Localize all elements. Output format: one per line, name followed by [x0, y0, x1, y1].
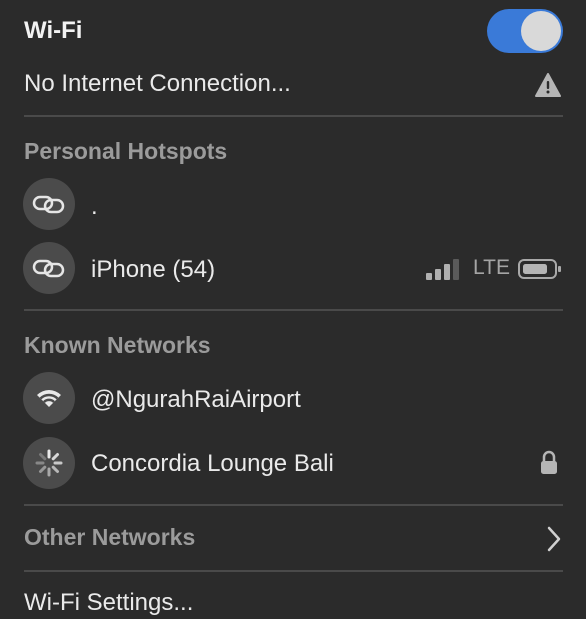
- hotspot-link-icon[interactable]: [23, 178, 75, 230]
- personal-hotspots-heading: Personal Hotspots: [24, 138, 228, 164]
- wifi-icon[interactable]: [23, 372, 75, 424]
- hotspot-name[interactable]: .: [91, 193, 98, 221]
- warning-icon: [535, 73, 561, 97]
- wifi-settings-item[interactable]: Wi-Fi Settings...: [24, 589, 193, 617]
- chevron-right-icon[interactable]: [545, 525, 563, 553]
- network-name[interactable]: @NgurahRaiAirport: [91, 386, 301, 414]
- connection-status: No Internet Connection...: [24, 70, 291, 97]
- loading-spinner-icon[interactable]: [23, 437, 75, 489]
- toggle-knob: [521, 11, 561, 51]
- network-name[interactable]: Concordia Lounge Bali: [91, 450, 334, 478]
- hotspot-link-icon[interactable]: [23, 242, 75, 294]
- divider: [24, 115, 563, 117]
- network-type-label: LTE: [473, 256, 510, 279]
- divider: [24, 570, 563, 572]
- lock-icon: [541, 450, 557, 474]
- battery-icon: [518, 259, 561, 279]
- known-networks-heading: Known Networks: [24, 332, 211, 358]
- hotspot-name[interactable]: iPhone (54): [91, 256, 215, 284]
- divider: [24, 504, 563, 506]
- wifi-toggle[interactable]: [487, 9, 563, 53]
- divider: [24, 309, 563, 311]
- cellular-signal-icon: [426, 259, 459, 280]
- other-networks-item[interactable]: Other Networks: [24, 524, 195, 551]
